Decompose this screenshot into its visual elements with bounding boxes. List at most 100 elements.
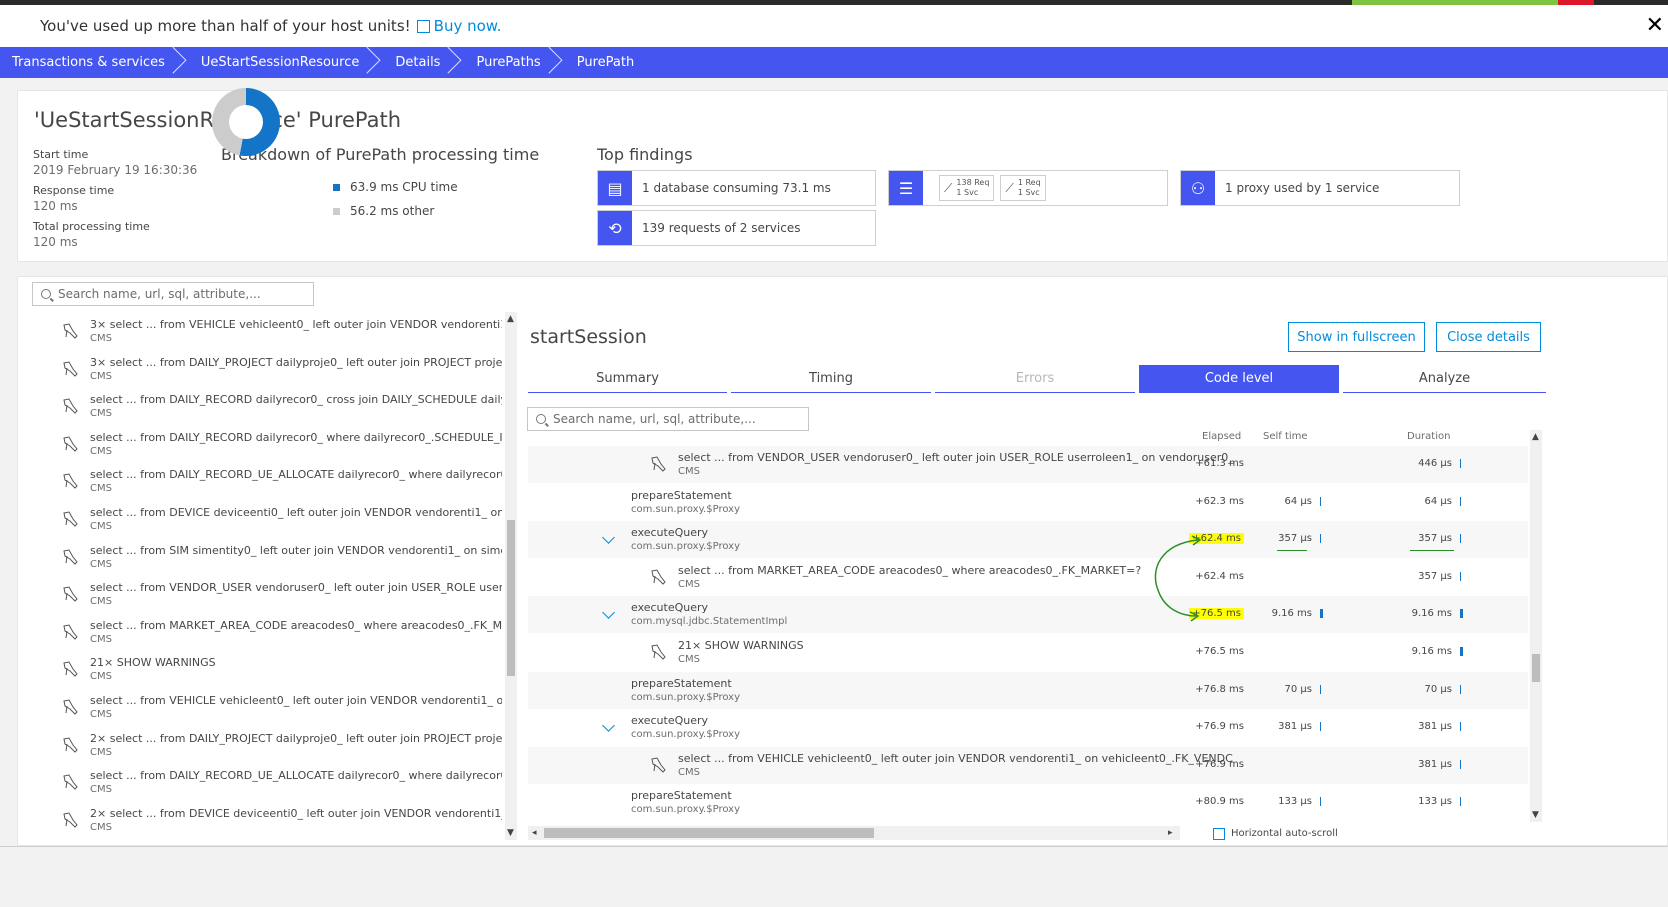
list-item[interactable]: 2× select ... from DEVICE deviceenti0_ l… xyxy=(32,803,502,840)
breadcrumb-transactions[interactable]: Transactions & services xyxy=(0,47,189,78)
tab-summary[interactable]: Summary xyxy=(528,365,727,393)
list-item[interactable]: select ... from VENDOR_USER vendoruser0_… xyxy=(32,577,502,614)
elapsed-value: +76.9 ms xyxy=(1195,721,1244,733)
statement-text: select ... from DAILY_RECORD dailyrecor0… xyxy=(90,393,502,407)
table-row[interactable]: executeQuery com.mysql.jdbc.StatementImpl… xyxy=(528,596,1528,634)
horizontal-scrollbar[interactable]: ◂ ▸ xyxy=(528,826,1180,840)
finding-service-calls[interactable]: ☰ ⟋ 138 Req 1 Svc ⟋ 1 Req 1 Svc xyxy=(888,170,1168,206)
database-statement-icon xyxy=(62,698,80,716)
table-row[interactable]: select ... from VEHICLE vehicleent0_ lef… xyxy=(528,746,1528,784)
finding-requests[interactable]: ⟲ 139 requests of 2 services xyxy=(597,210,876,246)
finding-database[interactable]: ▤ 1 database consuming 73.1 ms xyxy=(597,170,876,206)
breadcrumb-purepath[interactable]: PurePath xyxy=(565,47,658,78)
statement-db: CMS xyxy=(90,483,112,495)
self-time-bar xyxy=(1320,722,1321,732)
statement-text: 21× SHOW WARNINGS xyxy=(90,656,216,670)
close-banner-icon[interactable]: ✕ xyxy=(1646,13,1664,38)
statement-db: CMS xyxy=(90,821,112,833)
statement-db: CMS xyxy=(90,709,112,720)
database-statement-icon xyxy=(650,756,668,774)
statement-db: CMS xyxy=(90,596,112,608)
host-units-banner: You've used up more than half of your ho… xyxy=(0,5,1668,47)
left-search-input[interactable]: Search name, url, sql, attribute,... xyxy=(32,282,314,306)
list-icon: ☰ xyxy=(889,171,923,205)
list-item[interactable]: select ... from DEVICE deviceenti0_ left… xyxy=(32,502,502,539)
close-details-button[interactable]: Close details xyxy=(1436,322,1541,352)
list-item[interactable]: select ... from DAILY_RECORD dailyrecor0… xyxy=(32,389,502,426)
mini-service-2[interactable]: ⟋ 1 Req 1 Svc xyxy=(1000,175,1046,201)
statement-text: select ... from VEHICLE vehicleent0_ lef… xyxy=(90,694,502,707)
left-scrollbar[interactable]: ▲ ▼ xyxy=(505,312,517,840)
chevron-down-icon[interactable] xyxy=(602,606,615,620)
auto-scroll-checkbox[interactable] xyxy=(1213,828,1225,840)
tab-analyze[interactable]: Analyze xyxy=(1343,365,1546,393)
list-item[interactable]: 3× select ... from DAILY_PROJECT dailypr… xyxy=(32,352,502,389)
duration-value: 357 µs xyxy=(1418,570,1452,582)
database-statement-icon xyxy=(650,568,668,586)
duration-bar xyxy=(1460,722,1461,732)
finding-proxy[interactable]: ⚇ 1 proxy used by 1 service xyxy=(1180,170,1460,206)
breadcrumb-purepaths[interactable]: PurePaths xyxy=(464,47,564,78)
chevron-down-icon[interactable] xyxy=(602,719,615,733)
statement-text: 3× select ... from VEHICLE vehicleent0_ … xyxy=(90,318,502,331)
list-item[interactable]: select ... from SIM simentity0_ left out… xyxy=(32,540,502,577)
annotation-underline-self xyxy=(1277,550,1307,551)
duration-bar xyxy=(1460,684,1461,694)
self-time-value: 64 µs xyxy=(1284,495,1312,507)
buy-now-link[interactable]: Buy now. xyxy=(416,17,501,35)
list-item[interactable]: 2× select ... from DAILY_PROJECT dailypr… xyxy=(32,728,502,765)
tab-code-level[interactable]: Code level xyxy=(1139,365,1339,393)
code-scrollbar[interactable]: ▲ ▼ xyxy=(1530,430,1542,822)
table-row[interactable]: prepareStatement com.sun.proxy.$Proxy +80.… xyxy=(528,784,1528,821)
table-row[interactable]: select ... from MARKET_AREA_CODE areacod… xyxy=(528,559,1528,596)
show-fullscreen-button[interactable]: Show in fullscreen xyxy=(1288,322,1425,352)
duration-value: 64 µs xyxy=(1424,495,1452,507)
breadcrumb-details[interactable]: Details xyxy=(383,47,464,78)
mini-service-1[interactable]: ⟋ 138 Req 1 Svc xyxy=(939,175,995,201)
banner-message: You've used up more than half of your ho… xyxy=(40,17,411,35)
duration-value: 9.16 ms xyxy=(1411,608,1452,620)
statement-db: CMS xyxy=(90,558,112,570)
statement-text: select ... from DAILY_RECORD_UE_ALLOCATE… xyxy=(90,468,502,482)
code-search-input[interactable]: Search name, url, sql, attribute,... xyxy=(527,407,809,431)
processing-time-donut xyxy=(212,88,280,156)
self-time-value: 70 µs xyxy=(1284,683,1312,695)
duration-bar xyxy=(1460,571,1461,581)
table-row[interactable]: executeQuery com.sun.proxy.$Proxy +76.9 ms… xyxy=(528,709,1528,746)
table-row[interactable]: select ... from VENDOR_USER vendoruser0_… xyxy=(528,446,1528,483)
statement-db: CMS xyxy=(90,408,112,420)
legend-cpu: 63.9 ms CPU time xyxy=(333,180,458,194)
statement-db: CMS xyxy=(90,445,112,457)
list-item[interactable]: select ... from DAILY_RECORD_UE_ALLOCATE… xyxy=(32,765,502,802)
list-item[interactable]: select ... from DAILY_RECORD_UE_ALLOCATE… xyxy=(32,464,502,501)
elapsed-value: +62.3 ms xyxy=(1195,495,1244,507)
breadcrumb-service[interactable]: UeStartSessionResource xyxy=(189,47,384,78)
col-duration: Duration xyxy=(1407,431,1451,442)
tab-timing[interactable]: Timing xyxy=(731,365,931,393)
statement-db: CMS xyxy=(90,784,112,796)
elapsed-value: +76.8 ms xyxy=(1195,683,1244,695)
database-statement-icon xyxy=(62,397,80,415)
node-class: CMS xyxy=(678,654,700,665)
chevron-down-icon[interactable] xyxy=(602,531,615,545)
legend-other: 56.2 ms other xyxy=(333,204,434,218)
table-row[interactable]: prepareStatement com.sun.proxy.$Proxy +76.… xyxy=(528,671,1528,709)
node-name: prepareStatement xyxy=(631,789,732,803)
list-item[interactable]: select ... from DAILY_RECORD dailyrecor0… xyxy=(32,427,502,464)
duration-bar xyxy=(1460,496,1461,506)
start-time: Start time 2019 February 19 16:30:36 xyxy=(33,148,198,177)
list-item[interactable]: 3× select ... from VEHICLE vehicleent0_ … xyxy=(32,314,502,351)
list-item[interactable]: select ... from MARKET_AREA_CODE areacod… xyxy=(32,615,502,652)
list-item[interactable]: select ... from VEHICLE vehicleent0_ lef… xyxy=(32,690,502,727)
self-time-bar xyxy=(1320,797,1321,807)
list-item[interactable]: 21× SHOW WARNINGS CMS xyxy=(32,652,502,689)
table-row[interactable]: executeQuery com.sun.proxy.$Proxy +62.4 ms… xyxy=(528,521,1528,559)
duration-value: 381 µs xyxy=(1418,721,1452,733)
table-row[interactable]: prepareStatement com.sun.proxy.$Proxy +62.… xyxy=(528,484,1528,521)
database-statement-icon xyxy=(62,773,80,791)
table-row[interactable]: 21× SHOW WARNINGS CMS +76.5 ms 9.16 ms xyxy=(528,634,1528,671)
elapsed-value: +76.9 ms xyxy=(1195,758,1244,770)
node-class: com.mysql.jdbc.StatementImpl xyxy=(631,616,788,628)
response-time: Response time 120 ms xyxy=(33,184,115,213)
statement-text: 2× select ... from DEVICE deviceenti0_ l… xyxy=(90,806,502,820)
